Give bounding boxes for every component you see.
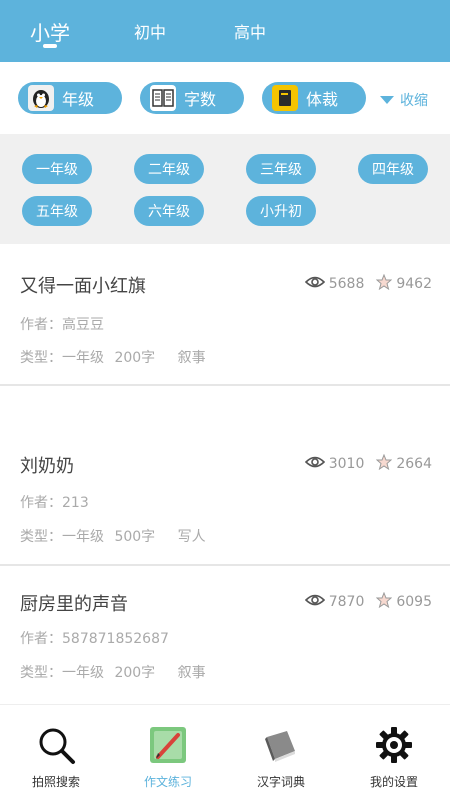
grade-chip[interactable]: 二年级 (134, 154, 204, 184)
genre-filter-button[interactable]: 体裁 (262, 82, 366, 114)
gear-icon (374, 725, 414, 765)
article-type: 类型：一年级 200字 叙事 (20, 662, 212, 682)
collapse-button[interactable]: 收缩 (380, 90, 428, 110)
nav-label: 拍照搜索 (31, 775, 80, 789)
grade-chip[interactable]: 小升初 (246, 196, 316, 226)
like-count: 6095 (396, 594, 432, 610)
article-list-item[interactable]: 又得一面小红旗 5688 9462 作者：高豆豆 类型：一年级 200字 叙事 (0, 244, 450, 386)
article-title: 厨房里的声音 (20, 594, 128, 615)
tab-high-school[interactable]: 高中 (220, 0, 280, 62)
tab-label: 初中 (133, 23, 166, 42)
article-grade: 类型：一年级 (20, 529, 104, 545)
article-stats: 7870 6095 (304, 591, 432, 612)
nav-photo-search[interactable]: 拍照搜索 (0, 705, 112, 800)
view-count: 3010 (328, 456, 365, 472)
grade-filter-label: 年级 (62, 90, 95, 109)
star-icon (376, 591, 393, 612)
nav-essay-practice[interactable]: 作文练习 (112, 705, 224, 800)
article-grade: 类型：一年级 (20, 350, 104, 366)
like-count: 2664 (396, 456, 432, 472)
collapse-label: 收缩 (400, 93, 428, 109)
article-word-count: 200字 (114, 665, 156, 681)
view-count: 5688 (328, 276, 365, 292)
notebook-pencil-icon (148, 725, 188, 765)
eye-icon (304, 593, 325, 611)
grade-chip[interactable]: 三年级 (246, 154, 316, 184)
article-genre: 写人 (177, 529, 206, 545)
grade-chip[interactable]: 六年级 (134, 196, 204, 226)
article-list-item[interactable]: 刘奶奶 3010 2664 作者：213 类型：一年级 500字 写人 (0, 386, 450, 566)
grade-filter-button[interactable]: 年级 (18, 82, 122, 114)
article-author: 作者：213 (20, 495, 89, 511)
eye-icon (304, 455, 325, 473)
open-book-icon (150, 85, 176, 111)
article-author: 作者：高豆豆 (20, 317, 104, 333)
article-genre: 叙事 (177, 665, 206, 681)
grade-options-panel: 一年级 二年级 三年级 四年级 五年级 六年级 小升初 (0, 134, 450, 244)
word-count-filter-button[interactable]: 字数 (140, 82, 244, 114)
triangle-down-icon (380, 96, 394, 104)
bottom-navigation: 拍照搜索 作文练习 汉字词典 我的设置 (0, 704, 450, 800)
nav-label: 汉字词典 (256, 775, 305, 789)
genre-filter-label: 体裁 (306, 90, 339, 109)
tab-label: 小学 (30, 20, 70, 45)
tab-middle-school[interactable]: 初中 (120, 0, 180, 62)
article-grade: 类型：一年级 (20, 665, 104, 681)
article-stats: 5688 9462 (304, 273, 432, 294)
eye-icon (304, 275, 325, 293)
grade-chip[interactable]: 一年级 (22, 154, 92, 184)
nav-dictionary[interactable]: 汉字词典 (225, 705, 337, 800)
article-title: 刘奶奶 (20, 456, 74, 477)
word-count-filter-label: 字数 (184, 90, 217, 109)
tab-label: 高中 (233, 23, 266, 42)
nav-label: 我的设置 (369, 775, 418, 789)
article-title: 又得一面小红旗 (20, 276, 146, 297)
article-list-item[interactable]: 厨房里的声音 7870 6095 作者：587871852687 类型：一年级 … (0, 566, 450, 704)
notebook-icon (272, 85, 298, 111)
magnifier-icon (36, 725, 76, 765)
star-icon (376, 453, 393, 474)
star-icon (376, 273, 393, 294)
grade-chip[interactable]: 五年级 (22, 196, 92, 226)
active-tab-indicator (43, 44, 57, 48)
tab-primary-school[interactable]: 小学 (22, 0, 78, 62)
article-type: 类型：一年级 200字 叙事 (20, 347, 212, 367)
penguin-icon (28, 85, 54, 111)
article-type: 类型：一年级 500字 写人 (20, 526, 212, 546)
book-icon (261, 725, 301, 765)
view-count: 7870 (328, 594, 365, 610)
article-stats: 3010 2664 (304, 453, 432, 474)
article-word-count: 500字 (114, 529, 156, 545)
article-word-count: 200字 (114, 350, 156, 366)
top-tab-bar: 小学 初中 高中 (0, 0, 450, 62)
nav-my-settings[interactable]: 我的设置 (338, 705, 450, 800)
grade-chip[interactable]: 四年级 (358, 154, 428, 184)
article-author: 作者：587871852687 (20, 631, 169, 647)
nav-label: 作文练习 (143, 775, 192, 789)
like-count: 9462 (396, 276, 432, 292)
filter-row: 年级 字数 体裁 收缩 (0, 62, 450, 134)
article-genre: 叙事 (177, 350, 206, 366)
